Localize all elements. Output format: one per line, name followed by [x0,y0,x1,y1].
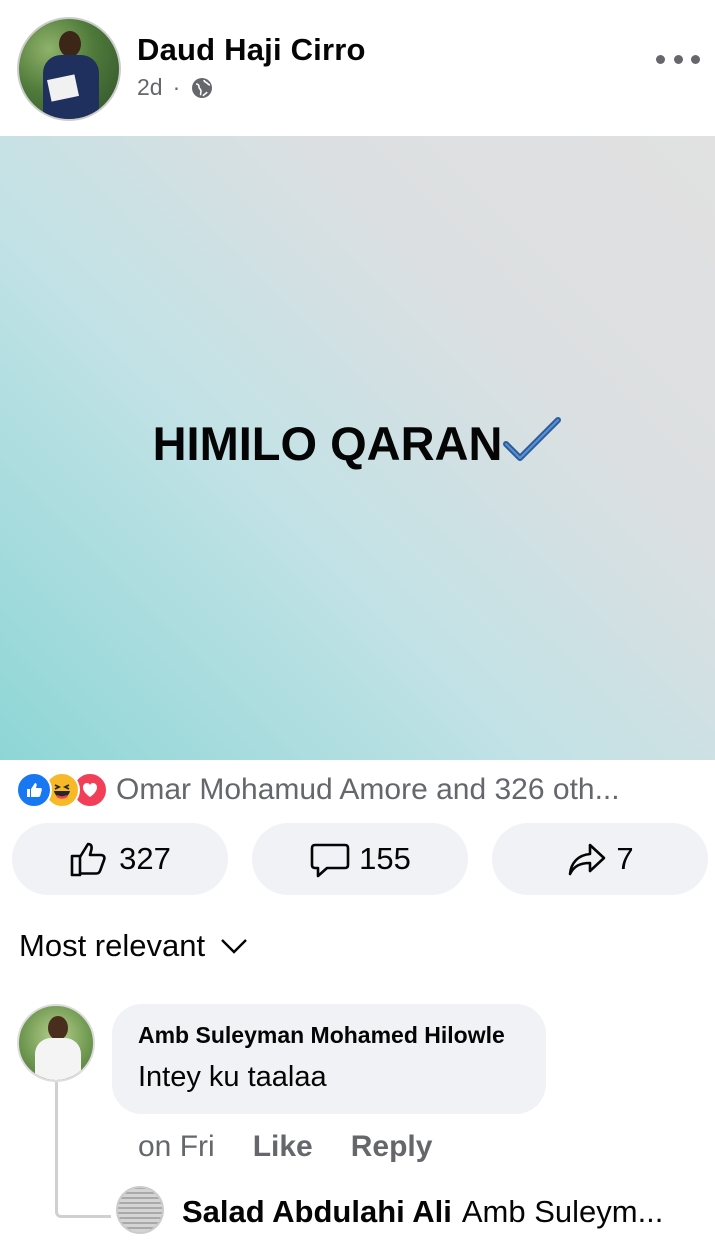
reaction-summary-text[interactable]: Omar Mohamud Amore and 326 oth... [116,773,686,807]
comment-actions: on Fri Like Reply [138,1130,432,1164]
comment-author-avatar[interactable] [17,1004,95,1082]
more-dot [673,54,683,64]
meta-separator: · [172,74,181,100]
like-icon [16,772,52,808]
avatar-body [35,1038,81,1080]
reply-text: Amb Suleym... [461,1194,664,1229]
avatar-head [48,1016,68,1040]
comment-button[interactable]: 155 [252,823,468,895]
post-header: Daud Haji Cirro 2d · [0,0,715,136]
more-dot [691,54,700,64]
comment-like-button[interactable]: Like [253,1130,313,1164]
post-time[interactable]: 2d [137,74,163,101]
share-count: 7 [616,841,634,876]
check-mark-icon [503,417,562,461]
more-dot [656,54,665,64]
comment-reply-button[interactable]: Reply [351,1130,433,1164]
reply-author[interactable]: Salad Abdulahi Ali [182,1194,452,1229]
author-avatar[interactable] [17,17,121,121]
comments-sort-dropdown[interactable]: Most relevant [19,928,249,964]
sort-label: Most relevant [19,928,206,963]
post-text: HIMILO QARAN [152,417,503,470]
thumbs-up-icon [70,842,106,877]
share-icon [569,843,606,876]
reactions-summary[interactable]: Omar Mohamud Amore and 326 oth... [16,770,686,810]
globe-icon [192,77,213,98]
post-meta: 2d · [137,74,214,101]
post-content: HIMILO QARAN [0,416,715,471]
author-name[interactable]: Daud Haji Cirro [137,32,366,68]
avatar-head [59,31,81,57]
reply-preview[interactable]: Salad Abdulahi Ali Amb Suleym... [182,1194,702,1230]
comment-text: Intey ku taalaa [138,1061,327,1093]
comment-bubble[interactable]: Amb Suleyman Mohamed Hilowle Intey ku ta… [112,1004,546,1114]
comment-count: 155 [359,841,411,876]
more-options-icon[interactable] [656,47,700,71]
comment-author[interactable]: Amb Suleyman Mohamed Hilowle [138,1022,520,1049]
comment-time[interactable]: on Fri [138,1130,215,1164]
reply-author-avatar[interactable] [116,1186,164,1234]
chevron-down-icon [221,939,247,954]
reply-thread-line [55,1082,111,1218]
comment-icon [310,843,350,878]
like-count: 327 [119,841,171,876]
share-button[interactable]: 7 [492,823,708,895]
like-button[interactable]: 327 [12,823,228,895]
